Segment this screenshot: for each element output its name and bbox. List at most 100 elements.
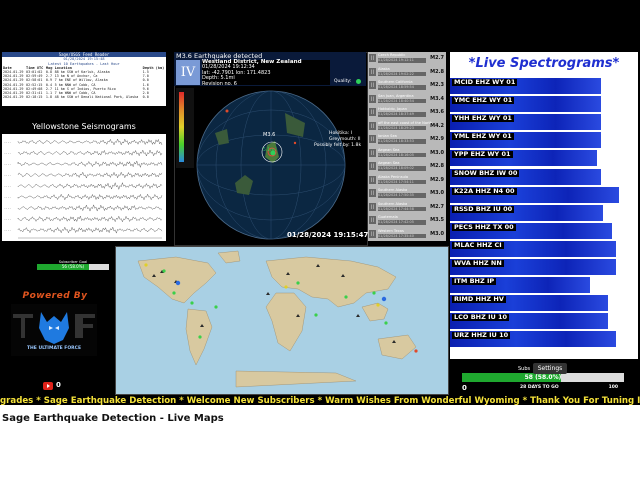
quake-info: Westland District, New Zealand 01/28/202… [202, 59, 330, 87]
event-toggle-icon[interactable]: || [369, 202, 376, 211]
event-datetime: 01/28/2024 18:40:54 [378, 98, 426, 104]
yellowstone-seismograms: ---- ---- ---- ---- ---- ---- ---- ---- ---- [2, 134, 166, 241]
event-magnitude: M3.6 [430, 109, 444, 115]
subs-right-value: 58 (58.0%) [524, 374, 562, 381]
event-region: Hokkaido, Japan [378, 107, 407, 111]
spectrogram-station-label: MCID EHZ WY 01 [452, 78, 518, 86]
event-datetime: 01/28/2024 17:50:35 [378, 193, 426, 198]
usgs-table-row: 2024-01-29 02:18:15 1.8 48 km SSW of Denali… [2, 95, 166, 99]
subs-right-max: 100 [608, 385, 618, 390]
subs-right-days: 28 DAYS TO GO [520, 385, 559, 390]
felt-by-count: Possibly felt by: 1.8k [314, 143, 362, 148]
event-toggle-icon[interactable]: || [369, 54, 376, 62]
world-map-graphic [137, 250, 418, 388]
event-datetime: 01/28/2024 18:33:53 [378, 139, 426, 144]
event-toggle-icon[interactable]: || [369, 67, 376, 76]
svg-text:----: ---- [4, 140, 11, 144]
usgs-feed-table: Date Time UTC Mag Location Depth (km) 2024-0… [2, 66, 166, 99]
event-magnitude: M2.9 [430, 176, 444, 183]
event-toggle-icon[interactable]: || [369, 148, 376, 157]
event-toggle-icon[interactable]: || [369, 121, 376, 130]
event-list-item[interactable]: || Hokkaido, Japan 01/28/2024 18:37:49 M3.6 [368, 107, 446, 118]
svg-text:----: ---- [4, 217, 11, 221]
event-list-item[interactable]: || Southern California 01/28/2024 18:59:54… [368, 80, 446, 91]
spectrogram-start-time: 02:10:46 [451, 347, 491, 356]
quake-revision: Revision no. 6 [202, 80, 237, 87]
event-list-item[interactable]: || Southern Alaska 01/28/2024 17:50:35 M3.0 [368, 188, 446, 199]
usgs-feed-panel: Sage/USGS Feed Reader 01/28/2024 19:15:4… [2, 52, 166, 106]
news-ticker: grades * Sage Earthquake Detection * Wel… [0, 396, 640, 405]
event-datetime: 01/28/2024 19:02:22 [378, 71, 426, 77]
event-region: Guatemala [378, 215, 398, 219]
event-region: Western Texas [378, 228, 404, 233]
event-list-item[interactable]: || Aegean Sea 01/28/2024 18:09:02 M2.8 [368, 161, 446, 172]
event-datetime: 01/28/2024 17:54:11 [378, 179, 426, 185]
svg-text:----: ---- [4, 184, 11, 188]
quake-map-label: M3.6 [263, 132, 276, 138]
event-toggle-icon[interactable]: || [369, 229, 376, 238]
event-list-item[interactable]: || Western Texas 01/28/2024 17:35:40 M3.0 [368, 229, 446, 240]
logo-text: THE ULTIMATE FORCE [26, 346, 82, 351]
usgs-table-cell: 0.0 [142, 95, 149, 100]
powered-by-label: Powered By [22, 291, 88, 301]
event-magnitude: M2.7 [430, 203, 444, 210]
event-toggle-icon[interactable]: || [369, 216, 376, 224]
event-datetime: 01/28/2024 17:35:40 [378, 233, 426, 239]
subs-right-min: 0 [462, 384, 467, 392]
spectrogram-station-label: YPP EHZ WY 01 [452, 150, 513, 159]
usgs-table-cell: 1.8 [45, 95, 52, 100]
nearby-city-1: Hokitika: I [329, 131, 353, 136]
spectrogram-row: LCO BHZ IU 10 [450, 313, 634, 330]
subs-right-bar: 58 (58.0%) [462, 373, 624, 382]
usgs-table-cell: 2024-01-29 [3, 95, 24, 100]
event-datetime: 01/28/2024 18:09:02 [378, 166, 426, 171]
event-toggle-icon[interactable]: || [369, 135, 376, 143]
quality-label: Quality: [334, 79, 352, 84]
spectrograms-title: *Live Spectrograms* [468, 56, 620, 71]
svg-text:----: ---- [4, 151, 11, 155]
youtube-icon [43, 382, 53, 390]
event-list-item[interactable]: || Southern Alaska 01/28/2024 17:44:58 M2.7 [368, 202, 446, 213]
event-magnitude: M3.0 [430, 149, 444, 156]
usgs-table-cell: 2024-01-29 [3, 78, 24, 83]
subscriber-goal-left: Subscriber Goal 56 (58.0%) [37, 260, 109, 274]
event-toggle-icon[interactable]: || [369, 189, 376, 197]
subs-right-label: Subs [518, 366, 531, 372]
event-list-item[interactable]: || San Juan, Argentina 01/28/2024 18:40:54… [368, 94, 446, 105]
spectrogram-row: SNOW BHZ IW 00 [450, 168, 634, 185]
event-toggle-icon[interactable]: || [369, 175, 376, 184]
event-magnitude: M2.9 [430, 136, 444, 142]
spectrogram-row: YML EHZ WY 01 [450, 132, 634, 149]
event-list-item[interactable]: || Ionian Sea 01/28/2024 18:33:53 M2.9 [368, 134, 446, 145]
event-list-item[interactable]: || off the east coast of the North 01/28/2… [368, 121, 446, 132]
video-title[interactable]: Sage Earthquake Detection - Live Maps [2, 413, 224, 424]
event-toggle-icon[interactable]: || [369, 162, 376, 170]
event-datetime: 01/28/2024 19:12:11 [378, 58, 426, 63]
event-list-item[interactable]: || Alaska Peninsula 01/28/2024 17:54:11 M2.… [368, 175, 446, 186]
video-frame[interactable]: Sage/USGS Feed Reader 01/28/2024 19:15:4… [0, 0, 640, 405]
event-datetime: 01/28/2024 17:42:05 [378, 220, 426, 225]
event-magnitude: M2.8 [430, 163, 444, 169]
spectrogram-station-label: K22A HHZ N4 00 [452, 186, 517, 195]
event-toggle-icon[interactable]: || [369, 108, 376, 116]
spectrogram-row: WVA HHZ NN [450, 259, 634, 275]
spectrogram-station-label: PECS HHZ TX 00 [452, 222, 516, 231]
spectrogram-row: PECS HHZ TX 00 [450, 222, 634, 239]
event-region: Southern Alaska [378, 188, 408, 192]
spectrogram-station-label: ITM BHZ IP [452, 277, 497, 286]
spectrograms-panel: MCID EHZ WY 01 YMC EHZ WY 01 YHH EHZ WY 01… [450, 52, 638, 359]
event-region: Aegean Sea [378, 161, 400, 165]
event-list-item[interactable]: || Guatemala 01/28/2024 17:42:05 M3.5 [368, 215, 446, 226]
svg-text:----: ---- [4, 228, 11, 232]
event-region: Southern California [378, 80, 413, 84]
event-region: Alaska Peninsula [378, 174, 409, 179]
event-toggle-icon[interactable]: || [369, 81, 376, 89]
spectrogram-row: MLAC HHZ CI [450, 240, 634, 257]
event-datetime: 01/28/2024 18:16:05 [378, 152, 426, 158]
event-datetime: 01/28/2024 18:37:49 [378, 112, 426, 117]
event-list-item[interactable]: || Aegean Sea 01/28/2024 18:16:05 M3.0 [368, 148, 446, 159]
event-magnitude: M3.5 [430, 217, 444, 223]
event-list-item[interactable]: || Czech Republic 01/28/2024 19:12:11 M2.7 [368, 53, 446, 64]
event-list-item[interactable]: || Alaska 01/28/2024 19:02:22 M2.8 [368, 67, 446, 78]
event-toggle-icon[interactable]: || [369, 94, 376, 103]
